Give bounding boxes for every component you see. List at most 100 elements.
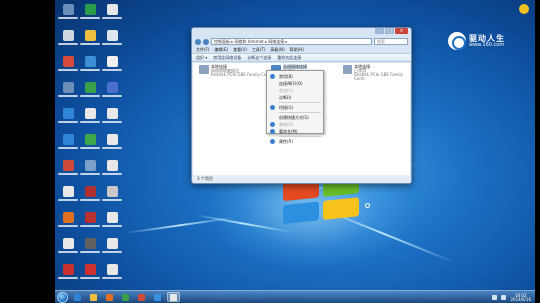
forward-arrow-icon[interactable] [203, 38, 209, 45]
desktop-shortcut[interactable] [58, 82, 78, 100]
tray-network-icon[interactable] [492, 295, 498, 300]
address-bar[interactable]: 控制面板 ▸ 网络和 Internet ▸ 网络连接 ▸ [211, 38, 372, 45]
desktop-shortcut[interactable] [102, 212, 122, 230]
file-icon [106, 56, 118, 67]
game-icon [84, 160, 96, 171]
context-menu-label: 禁用(B) [279, 74, 293, 79]
desktop-shortcut[interactable] [102, 4, 122, 22]
context-menu-item[interactable]: 连接/断开(O) [267, 80, 323, 87]
desktop-shortcut[interactable] [102, 238, 122, 256]
desktop-shortcut[interactable] [80, 108, 100, 126]
context-menu-label: 创建快捷方式(S) [279, 115, 309, 120]
toolbar-button[interactable]: 组织 ▾ [196, 54, 207, 61]
qq-icon [84, 4, 96, 15]
desktop-shortcut[interactable] [80, 264, 100, 282]
command-toolbar: 组织 ▾ 禁用此网络设备 诊断这个连接 重命名此连接 [192, 53, 411, 62]
desktop-shortcut[interactable] [102, 56, 122, 74]
desktop-shortcut[interactable] [58, 264, 78, 282]
desktop-shortcut[interactable] [58, 212, 78, 230]
context-menu-item[interactable]: 状态(U) [267, 87, 323, 94]
context-menu-label: 状态(U) [279, 88, 294, 93]
toolbar-button[interactable]: 禁用此网络设备 [213, 54, 241, 61]
shortcut-label-placeholder [58, 43, 78, 45]
desktop-shortcut[interactable] [58, 30, 78, 48]
desktop-shortcut[interactable] [102, 134, 122, 152]
shortcut-label-placeholder [58, 251, 78, 253]
context-menu-item[interactable]: 禁用(B) [267, 73, 323, 80]
taskbar-button[interactable] [71, 292, 84, 302]
shield-icon [270, 74, 275, 79]
folder-icon [84, 30, 96, 41]
gadget-icon[interactable] [519, 4, 529, 14]
address-row: 控制面板 ▸ 网络和 Internet ▸ 网络连接 ▸ 搜索 [192, 37, 411, 46]
context-menu-item[interactable]: 桥接(G) [267, 104, 323, 111]
tray-volume-icon[interactable] [501, 295, 507, 300]
toolbar-button[interactable]: 诊断这个连接 [247, 54, 271, 61]
desktop-shortcut[interactable] [80, 30, 100, 48]
desktop-shortcut[interactable] [58, 160, 78, 178]
context-menu-item[interactable]: 属性(R) [267, 138, 323, 145]
shortcut-label-placeholder [102, 121, 122, 123]
connection-item[interactable]: 本地连接 已禁用 Realtek PCIe GBE Family Contr [343, 65, 410, 81]
clock[interactable]: 18:02 2014/6/16 [510, 293, 531, 302]
desktop-shortcut[interactable] [102, 108, 122, 126]
menu-item[interactable]: 帮助(H) [290, 46, 304, 53]
start-button[interactable] [57, 291, 68, 303]
chat-taskbar-icon [122, 293, 129, 301]
desktop-shortcut[interactable] [80, 186, 100, 204]
desktop-shortcut[interactable] [102, 30, 122, 48]
shortcut-label-placeholder [80, 277, 100, 279]
desktop-shortcut[interactable] [58, 186, 78, 204]
desktop-shortcut[interactable] [102, 264, 122, 282]
desktop-shortcut[interactable] [58, 238, 78, 256]
menu-item[interactable]: 高级(N) [271, 46, 285, 53]
shortcut-label-placeholder [80, 225, 100, 227]
desktop-shortcut[interactable] [80, 238, 100, 256]
desktop-shortcut[interactable] [80, 82, 100, 100]
shortcut-label-placeholder [102, 251, 122, 253]
taskbar-button[interactable] [167, 292, 180, 302]
back-arrow-icon[interactable] [195, 38, 201, 45]
taskbar-button[interactable] [151, 292, 164, 302]
shortcut-label-placeholder [58, 199, 78, 201]
window-titlebar[interactable]: – □ × [192, 28, 411, 37]
taskbar-button[interactable] [119, 292, 132, 302]
brand-watermark: 驱动人生 www.160.com [448, 32, 505, 50]
desktop-shortcut[interactable] [80, 160, 100, 178]
desktop-shortcut[interactable] [58, 108, 78, 126]
menu-item[interactable]: 工具(T) [252, 46, 266, 53]
search-input[interactable]: 搜索 [374, 38, 408, 45]
taskbar-button[interactable] [103, 292, 116, 302]
driver-taskbar-icon [154, 293, 161, 301]
menu-item[interactable]: 编辑(E) [214, 46, 228, 53]
context-menu-item[interactable]: 创建快捷方式(S) [267, 114, 323, 121]
app-icon [84, 264, 96, 275]
taskbar-button[interactable] [135, 292, 148, 302]
menu-item[interactable]: 查看(V) [233, 46, 247, 53]
desktop-shortcut[interactable] [102, 186, 122, 204]
close-button[interactable]: × [395, 28, 408, 34]
desktop-shortcut[interactable] [58, 4, 78, 22]
desktop-shortcut[interactable] [80, 212, 100, 230]
minimize-button[interactable]: – [375, 28, 384, 34]
shortcut-label-placeholder [58, 147, 78, 149]
desktop-shortcut[interactable] [80, 56, 100, 74]
ie-taskbar-icon [74, 293, 81, 301]
desktop-shortcut[interactable] [102, 82, 122, 100]
brand-logo-icon [448, 32, 466, 50]
context-menu-item[interactable]: 诊断(I) [267, 94, 323, 101]
ie-icon [62, 108, 74, 119]
desktop-shortcut[interactable] [58, 134, 78, 152]
toolbar-button[interactable]: 重命名此连接 [277, 54, 301, 61]
context-menu-label: 删除(D) [279, 122, 294, 127]
desktop-shortcut[interactable] [102, 160, 122, 178]
context-menu-item[interactable]: 重命名(M) [267, 128, 323, 135]
shortcut-label-placeholder [80, 147, 100, 149]
maximize-button[interactable]: □ [385, 28, 394, 34]
context-menu-item[interactable]: 删除(D) [267, 121, 323, 128]
desktop-shortcut[interactable] [58, 56, 78, 74]
desktop-shortcut[interactable] [80, 134, 100, 152]
menu-item[interactable]: 文件(F) [196, 46, 209, 53]
desktop-shortcut[interactable] [80, 4, 100, 22]
taskbar-button[interactable] [87, 292, 100, 302]
